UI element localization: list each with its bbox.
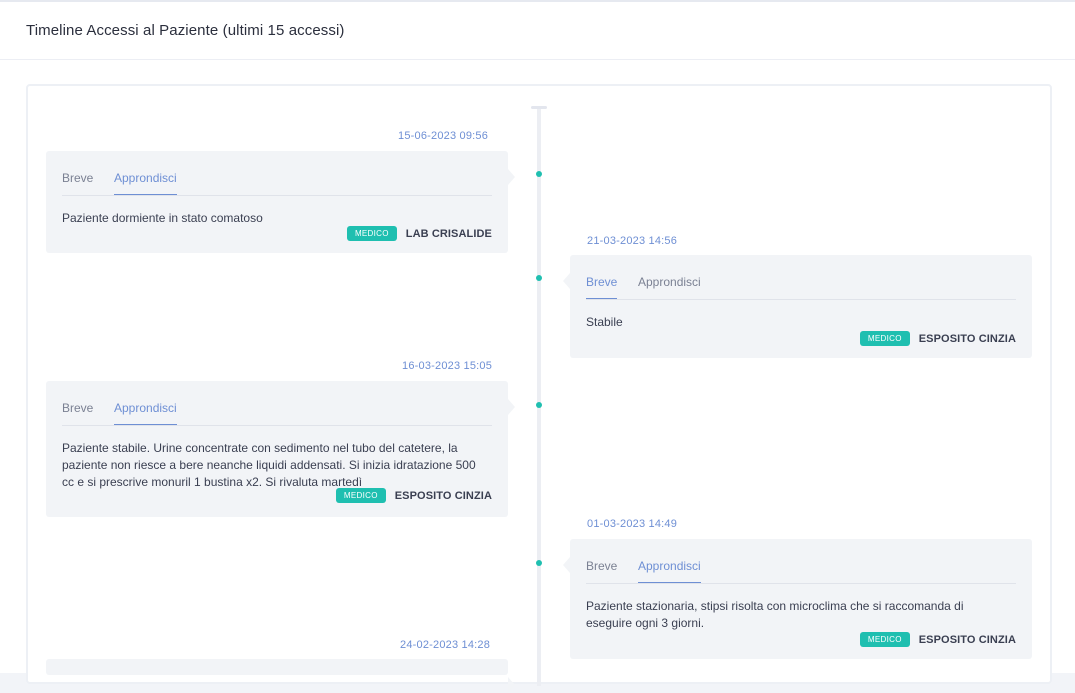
- timeline-dot: [536, 402, 542, 408]
- entry-text: Paziente stazionaria, stipsi risolta con…: [586, 599, 964, 630]
- tab-breve[interactable]: Breve: [62, 171, 93, 194]
- tab-breve[interactable]: Breve: [62, 401, 93, 424]
- tab-breve[interactable]: Breve: [586, 559, 617, 582]
- entry-text: Paziente dormiente in stato comatoso: [62, 211, 263, 225]
- entry-text: Stabile: [586, 315, 623, 329]
- tab-breve[interactable]: Breve: [586, 275, 618, 299]
- entry-footer: MEDICO ESPOSITO CINZIA: [859, 331, 1016, 346]
- entry-date: 21-03-2023 14:56: [587, 235, 678, 247]
- tab-approndisci[interactable]: Approndisci: [114, 401, 177, 425]
- timeline-dot: [536, 560, 542, 566]
- timeline-dot: [536, 171, 542, 177]
- author-name: LAB CRISALIDE: [405, 227, 492, 240]
- card-tabs: Breve Approndisci: [586, 255, 1016, 300]
- tab-approndisci[interactable]: Approndisci: [638, 275, 701, 298]
- author-name: ESPOSITO CINZIA: [394, 489, 492, 502]
- timeline-card: Breve Approndisci Stabile MEDICO ESPOSIT…: [563, 255, 1032, 358]
- timeline-axis-cap: [531, 106, 547, 109]
- card-tabs: Breve Approndisci: [586, 539, 1016, 584]
- entry-date: 16-03-2023 15:05: [402, 360, 493, 372]
- tab-approndisci[interactable]: Approndisci: [638, 559, 701, 583]
- panel-header: Timeline Accessi al Paziente (ultimi 15 …: [0, 2, 1075, 60]
- entry-text: Paziente stabile. Urine concentrate con …: [62, 441, 476, 489]
- timeline-axis: [537, 106, 541, 686]
- role-badge: MEDICO: [859, 331, 910, 346]
- entry-date: 24-02-2023 14:28: [400, 639, 491, 651]
- timeline-dot: [536, 275, 542, 281]
- card-tabs: Breve Approndisci: [62, 381, 492, 426]
- entry-footer: MEDICO LAB CRISALIDE: [346, 226, 492, 241]
- entry-date: 01-03-2023 14:49: [587, 518, 678, 530]
- tab-approndisci[interactable]: Approndisci: [114, 171, 177, 195]
- author-name: ESPOSITO CINZIA: [918, 633, 1016, 646]
- entry-footer: MEDICO ESPOSITO CINZIA: [335, 488, 492, 503]
- role-badge: MEDICO: [335, 488, 386, 503]
- card-tabs: Breve Approndisci: [62, 151, 492, 196]
- timeline-panel: Timeline Accessi al Paziente (ultimi 15 …: [0, 0, 1075, 693]
- timeline-card: Breve Approndisci Paziente stabile. Urin…: [46, 381, 515, 517]
- author-name: ESPOSITO CINZIA: [918, 332, 1016, 345]
- role-badge: MEDICO: [859, 632, 910, 647]
- timeline-card: Breve Approndisci Paziente stazionaria, …: [563, 539, 1032, 659]
- timeline-card: Breve Approndisci Paziente dormiente in …: [46, 151, 515, 253]
- entry-date: 15-06-2023 09:56: [398, 130, 489, 142]
- page-title: Timeline Accessi al Paziente (ultimi 15 …: [26, 22, 345, 39]
- entry-footer: MEDICO ESPOSITO CINZIA: [859, 632, 1016, 647]
- role-badge: MEDICO: [346, 226, 397, 241]
